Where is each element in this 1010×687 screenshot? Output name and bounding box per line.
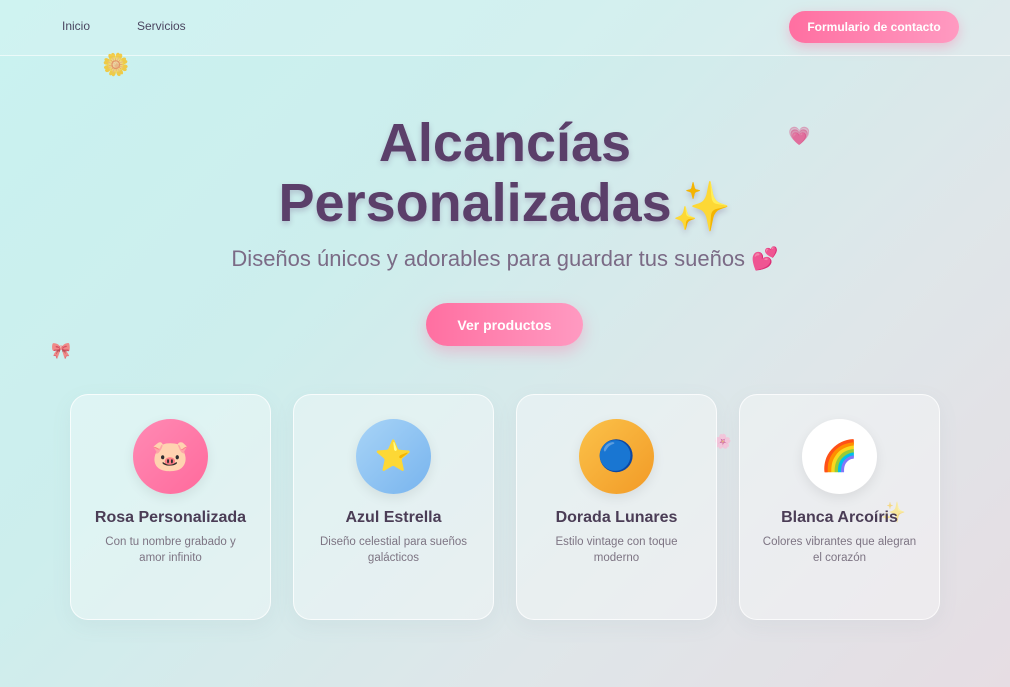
ribbon-icon: 🎀: [51, 343, 71, 360]
nav-link-servicios[interactable]: Servicios: [137, 19, 186, 33]
product-description: Estilo vintage con toque moderno: [555, 536, 678, 564]
product-card-dorada[interactable]: 🔵 Dorada Lunares Estilo vintage con toqu…: [516, 394, 717, 620]
hero-title-line1: Alcancías: [378, 113, 632, 173]
product-name: Dorada Lunares: [555, 509, 678, 526]
product-name: Blanca Arcoíris: [781, 509, 898, 526]
hero-title-line2: Personalizadas✨: [0, 173, 1010, 236]
product-card-azul[interactable]: ⭐ Azul Estrella Diseño celestial para su…: [293, 394, 494, 620]
blue-dot-icon: 🔵: [579, 419, 654, 494]
rainbow-icon: 🌈: [802, 419, 877, 494]
flower-icon: 🌼: [102, 52, 130, 77]
contact-form-button[interactable]: Formulario de contacto: [789, 11, 959, 43]
hero-subtitle: Diseños únicos y adorables para guardar …: [231, 246, 779, 271]
product-description: Colores vibrantes que alegran el corazón: [762, 536, 917, 564]
product-description: Con tu nombre grabado y amor infinito: [105, 536, 236, 564]
product-description: Diseño celestial para sueños galácticos: [319, 536, 468, 564]
hero-title-text: Personalizadas: [278, 173, 672, 233]
product-card-blanca[interactable]: 🌈 Blanca Arcoíris Colores vibrantes que …: [739, 394, 940, 620]
product-name: Azul Estrella: [345, 509, 442, 526]
product-name: Rosa Personalizada: [94, 509, 247, 526]
view-products-button[interactable]: Ver productos: [426, 303, 583, 346]
star-icon: ⭐: [356, 419, 431, 494]
top-navbar: Inicio Servicios Formulario de contacto: [0, 0, 1010, 56]
pig-icon: 🐷: [133, 419, 208, 494]
nav-link-inicio[interactable]: Inicio: [62, 19, 90, 33]
sparkles-icon: ✨: [671, 181, 732, 234]
product-card-rosa[interactable]: 🐷 Rosa Personalizada Con tu nombre graba…: [70, 394, 271, 620]
